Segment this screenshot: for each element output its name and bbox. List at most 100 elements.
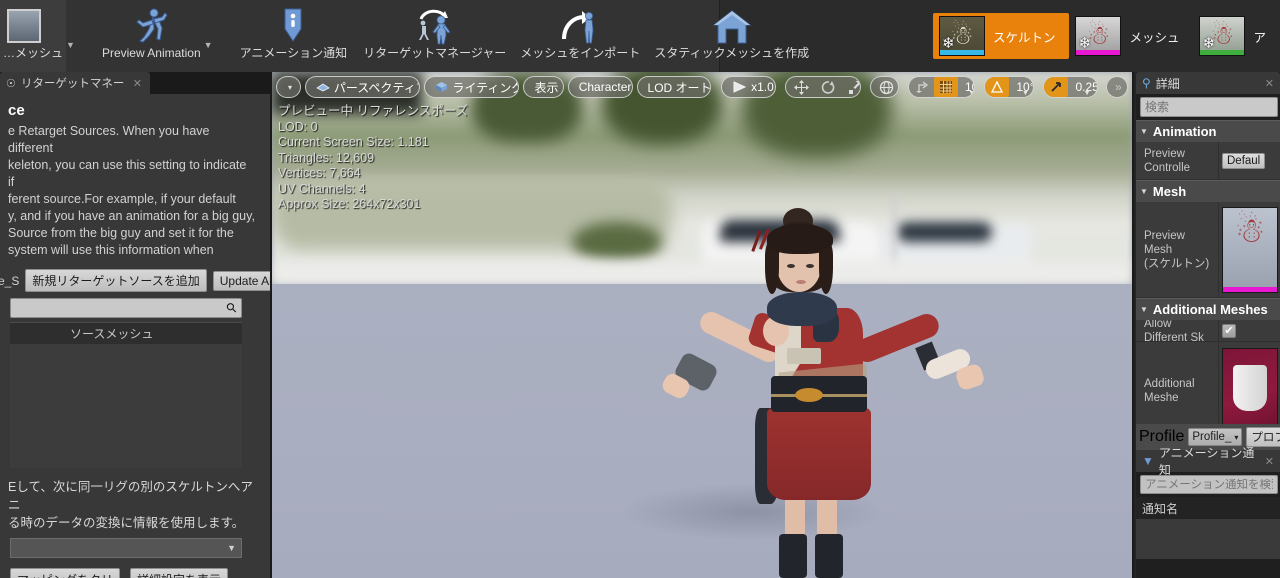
tab-details[interactable]: ⚲ 詳細 ✕: [1136, 72, 1280, 94]
anim-notifies-search-input[interactable]: [1145, 478, 1273, 491]
character-group: Character: [567, 76, 633, 98]
toolbar-item-preview-mesh[interactable]: …メッシュ: [0, 0, 67, 72]
unreal-editor-window: …メッシュ ▼ Preview Animation ▼ アニメーション通知 リタ…: [0, 0, 1280, 578]
category-mesh[interactable]: ▼ Mesh: [1136, 180, 1280, 202]
rotate-mode-button[interactable]: [815, 77, 842, 97]
viewport-lod-button[interactable]: LOD オート: [640, 77, 711, 97]
toolbar-label-anim-notifies: アニメーション通知: [239, 46, 348, 60]
close-icon[interactable]: ✕: [133, 77, 142, 90]
tab-anim-notifies[interactable]: ▼ アニメーション通知 ✕: [1136, 446, 1280, 477]
property-label-preview-controller: Preview Controlle: [1144, 147, 1191, 174]
property-row-allow-different-skeletons: Allow Different Sk ✔: [1136, 320, 1280, 342]
camera-icon: [316, 83, 330, 91]
play-icon: [733, 81, 747, 93]
character-label: Character: [578, 80, 632, 94]
mode-button-mesh[interactable]: ☃ ❄ メッシュ: [1069, 13, 1193, 59]
mode-button-animation[interactable]: ☃ ❄ ア: [1193, 13, 1280, 59]
preview-mesh-thumbnail[interactable]: ☃: [1222, 206, 1278, 293]
stat-preview-pose: プレビュー中 リファレンスポーズ: [278, 104, 469, 118]
close-icon[interactable]: ✕: [1265, 77, 1274, 90]
scale-snap-value[interactable]: 0.25 ▼: [1068, 80, 1097, 97]
retarget-source-search-input[interactable]: [11, 301, 241, 315]
retarget-source-search[interactable]: ⚲: [10, 298, 242, 318]
property-value-preview-mesh: ☃: [1218, 202, 1280, 297]
chevron-down-icon: ▼: [227, 543, 236, 553]
rotation-snap-group: 10° ▼: [984, 76, 1035, 98]
toolbar-item-create-static-mesh[interactable]: スタティックメッシュを作成: [651, 0, 812, 72]
stat-uv-channels: UV Channels: 4: [278, 181, 366, 196]
viewport-lighting-button[interactable]: ライティング: [427, 77, 518, 97]
preview-character-mesh[interactable]: [659, 208, 986, 578]
toolbar-dropdown-preview-animation[interactable]: ▼: [204, 40, 213, 50]
scale-snap-toggle[interactable]: [1044, 77, 1069, 97]
house-icon: [710, 6, 754, 46]
viewport-overflow-button[interactable]: »: [1109, 77, 1127, 97]
translate-mode-button[interactable]: [788, 77, 815, 97]
viewport[interactable]: ▾ パースペクティブ ライティング 表示 Character LOD オート x…: [272, 72, 1132, 578]
toolbar-item-preview-animation[interactable]: Preview Animation: [99, 0, 204, 72]
category-label-animation: Animation: [1152, 124, 1217, 139]
playback-speed-button[interactable]: x1.0: [724, 77, 775, 97]
chevron-down-icon: ▾: [288, 82, 293, 92]
close-icon[interactable]: ✕: [1265, 455, 1274, 468]
perspective-label: パースペクティブ: [333, 80, 421, 95]
update-all-button[interactable]: Update All: [212, 270, 270, 291]
details-search-input[interactable]: [1145, 100, 1273, 114]
stat-screen-size: Current Screen Size: 1.181: [278, 135, 429, 149]
toolbar-label-import-mesh: メッシュをインポート: [520, 46, 641, 60]
tab-retarget-manager[interactable]: ☉ リターゲットマネー… ✕: [0, 72, 150, 94]
playback-speed-group: x1.0: [721, 76, 777, 98]
stat-lod: LOD: 0: [278, 119, 318, 134]
clear-mapping-button[interactable]: マッピングをクリ: [10, 568, 121, 578]
rotation-snap-toggle[interactable]: [985, 77, 1010, 97]
left-panel: ☉ リターゲットマネー… ✕ ce e Retarget Sources. Wh…: [0, 72, 270, 578]
grid-snap-value[interactable]: 10 ▼: [958, 80, 974, 97]
details-magnifier-icon: ⚲: [1142, 76, 1151, 90]
stat-vertices: Vertices: 7,664: [278, 166, 361, 180]
show-group: 表示: [523, 76, 564, 98]
scale-mode-button[interactable]: [842, 77, 860, 97]
category-label-mesh: Mesh: [1152, 184, 1187, 199]
retarget-source-heading: ce: [8, 102, 25, 119]
details-search[interactable]: [1140, 97, 1278, 117]
retarget-source-list[interactable]: [10, 344, 242, 468]
rig-actions: マッピングをクリ 詳細設定を表示: [10, 568, 260, 578]
rig-select-combo[interactable]: ▼: [10, 538, 242, 558]
surface-snap-button[interactable]: [909, 77, 934, 97]
surface-snap-icon: [915, 81, 928, 93]
viewport-overflow-group: »: [1106, 76, 1129, 98]
toolbar-item-anim-notifies[interactable]: アニメーション通知: [237, 0, 351, 72]
toolbar-item-import-mesh[interactable]: メッシュをインポート: [517, 0, 643, 72]
right-splitter[interactable]: [1132, 72, 1134, 578]
mode-button-skeleton[interactable]: ☃ ❄ スケルトン: [932, 13, 1070, 59]
viewport-show-button[interactable]: 表示: [526, 77, 562, 97]
anim-notifies-search[interactable]: [1140, 475, 1278, 494]
viewport-character-button[interactable]: Character: [571, 77, 632, 97]
toolbar-item-retarget-manager[interactable]: リターゲットマネージャー: [360, 0, 509, 72]
allow-different-skeletons-checkbox[interactable]: ✔: [1222, 323, 1236, 338]
rotation-snap-value[interactable]: 10° ▼: [1009, 80, 1033, 97]
scale-snap-group: 0.25 ▼: [1043, 76, 1099, 98]
add-retarget-source-button[interactable]: 新規リターゲットソースを追加: [25, 269, 207, 292]
stat-approx-size: Approx Size: 264x72x301: [278, 197, 421, 211]
anim-notifies-list[interactable]: [1136, 519, 1280, 559]
world-space-button[interactable]: [873, 77, 898, 97]
grid-icon: [939, 81, 952, 93]
transform-gizmo-group: [785, 76, 861, 98]
chevron-down-icon: ▼: [1140, 127, 1148, 136]
snapping-group: 10 ▼: [907, 76, 976, 98]
angle-icon: [991, 80, 1004, 93]
category-additional-meshes[interactable]: ▼ Additional Meshes: [1136, 298, 1280, 320]
chevron-down-icon: ▼: [1140, 305, 1148, 314]
category-label-additional-meshes: Additional Meshes: [1152, 302, 1268, 317]
viewport-options-menu[interactable]: ▾: [279, 77, 300, 97]
category-animation[interactable]: ▼ Animation: [1136, 120, 1280, 142]
preview-controller-combo[interactable]: Defaul: [1222, 152, 1266, 169]
toolbar-dropdown-preview-mesh[interactable]: ▼: [66, 40, 75, 50]
show-advanced-button[interactable]: 詳細設定を表示: [130, 568, 229, 578]
viewport-perspective-button[interactable]: パースペクティブ: [308, 77, 421, 97]
additional-meshes-thumbnail[interactable]: [1222, 347, 1278, 434]
chevron-down-icon: ▾: [1234, 432, 1239, 442]
main-toolbar: …メッシュ ▼ Preview Animation ▼ アニメーション通知 リタ…: [0, 0, 1280, 72]
grid-snap-toggle[interactable]: [933, 77, 958, 97]
